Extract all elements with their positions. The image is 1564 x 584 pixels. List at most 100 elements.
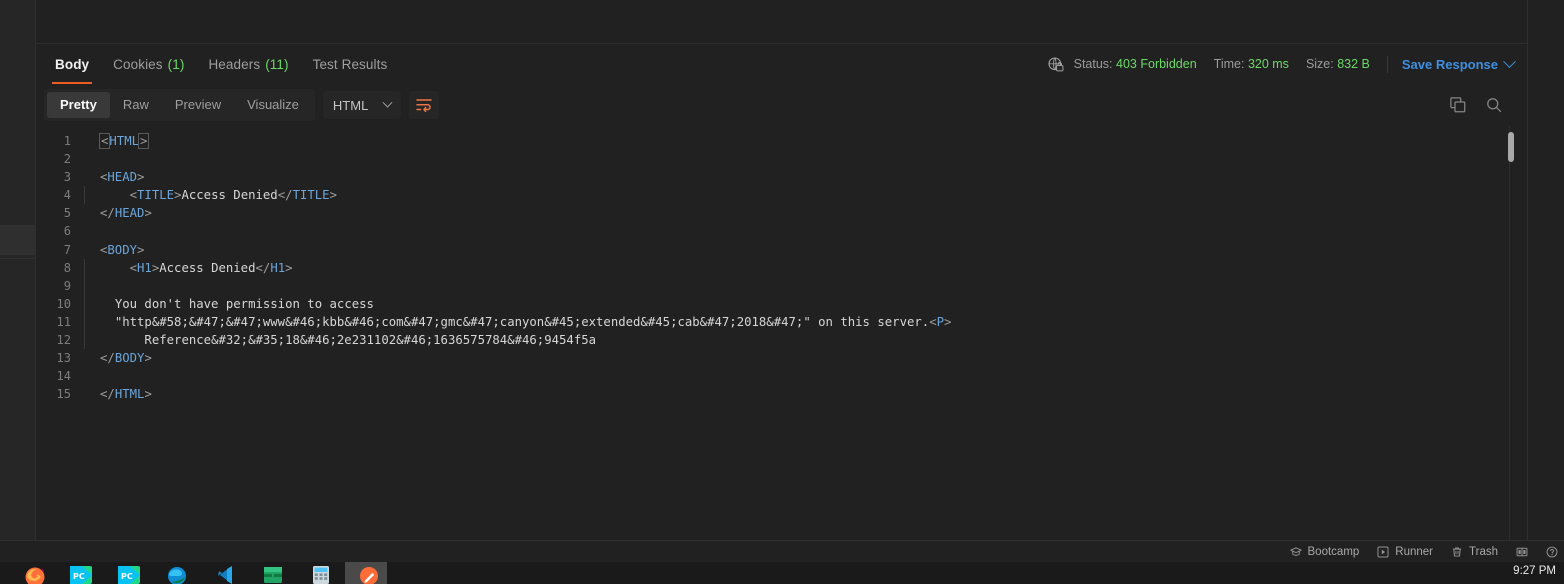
help-circle-icon (1546, 546, 1558, 557)
response-body-editor[interactable]: 1 <HTML> 2 3 <HEAD> 4 <TITLE>Access Denied</T… (36, 126, 1528, 542)
runner-button[interactable]: Runner (1377, 546, 1433, 558)
size-label: Size: (1305, 57, 1334, 71)
view-mode-raw[interactable]: Raw (110, 92, 162, 118)
layout-toggle-button[interactable] (1516, 546, 1528, 558)
indent-guide (84, 150, 85, 168)
code-lines: 1 <HTML> 2 3 <HEAD> 4 <TITLE>Access Denied</T… (36, 126, 1528, 403)
code-line: 13 </BODY> (36, 349, 1528, 367)
time-text: Time: 320 ms (1214, 57, 1289, 71)
line-number: 2 (63, 152, 71, 167)
language-select[interactable]: HTML (322, 91, 401, 119)
code-text: <BODY> (100, 242, 145, 257)
code-line: 15 </HTML> (36, 385, 1528, 403)
code-line: 9 (36, 276, 1528, 295)
response-meta: Status: 403 Forbidden Time: 320 ms Size:… (1047, 44, 1516, 84)
scrollbar-track (1509, 126, 1510, 542)
view-mode-pretty[interactable]: Pretty (47, 92, 110, 118)
code-line: 3 <HEAD> (36, 168, 1528, 186)
wrap-lines-button[interactable] (408, 91, 439, 119)
line-number: 1 (63, 134, 71, 148)
tab-headers-count: (11) (265, 56, 289, 72)
firefox-icon (25, 567, 45, 584)
code-text: <HTML> (98, 133, 150, 149)
code-line: 11 "http&#58;&#47;&#47;www&#46;kbb&#46;c… (36, 312, 1528, 332)
bootcamp-label: Bootcamp (1307, 545, 1360, 558)
sidebar-highlighted-row[interactable] (0, 225, 36, 255)
code-line: 14 (36, 367, 1528, 385)
dock-item-excel[interactable] (258, 562, 292, 584)
response-panel: Body Cookies (1) Headers (11) Test Resul… (36, 0, 1528, 542)
trash-button[interactable]: Trash (1451, 546, 1498, 558)
save-response-label: Save Response (1401, 56, 1498, 72)
tab-cookies[interactable]: Cookies (1) (102, 44, 195, 84)
line-number: 13 (56, 351, 71, 366)
view-mode-preview[interactable]: Preview (162, 92, 234, 118)
play-box-icon (1377, 545, 1389, 558)
meta-divider (1386, 55, 1388, 73)
excel-icon (264, 567, 282, 583)
line-number: 12 (56, 333, 71, 348)
wrap-lines-icon (416, 99, 432, 112)
line-number: 15 (56, 387, 71, 402)
code-text: <HEAD> (100, 170, 145, 185)
sidebar-divider (0, 258, 36, 259)
request-area-gap (36, 0, 1528, 44)
code-line: 1 <HTML> (36, 132, 1528, 150)
tab-headers-label: Headers (208, 56, 261, 72)
code-line: 8 <H1>Access Denied</H1> (36, 258, 1528, 277)
two-pane-layout-icon (1516, 547, 1528, 556)
help-button[interactable] (1546, 546, 1558, 558)
left-sidebar-rail[interactable] (0, 0, 36, 540)
search-icon[interactable] (1486, 97, 1502, 113)
line-number: 7 (63, 242, 71, 257)
app-window: Body Cookies (1) Headers (11) Test Resul… (0, 0, 1564, 584)
trash-icon (1452, 546, 1462, 557)
dock-item-calculator[interactable] (306, 562, 340, 584)
tab-body[interactable]: Body (44, 44, 100, 84)
line-number: 3 (63, 170, 71, 185)
runner-label: Runner (1395, 545, 1434, 558)
system-dock: PC PC 9:27 PM (0, 562, 1564, 584)
dock-item-edge[interactable] (162, 562, 196, 584)
editor-vertical-scrollbar[interactable] (1508, 126, 1514, 542)
line-number: 4 (63, 188, 71, 203)
code-line: 12 Reference&#32;&#35;18&#46;2e231102&#4… (36, 331, 1528, 350)
code-line: 7 <BODY> (36, 241, 1528, 259)
calculator-icon (313, 566, 329, 584)
line-number: 6 (63, 224, 71, 239)
postman-icon (360, 567, 378, 584)
time-value: 320 ms (1247, 57, 1289, 71)
code-text: You don't have permission to access (114, 296, 374, 311)
size-value: 832 B (1337, 57, 1370, 71)
dock-item-postman[interactable] (354, 562, 388, 584)
code-text: "http&#58;&#47;&#47;www&#46;kbb&#46;com&… (114, 314, 952, 329)
scrollbar-thumb[interactable] (1508, 132, 1514, 162)
copy-icon[interactable] (1450, 97, 1466, 113)
code-text: </HTML> (100, 387, 152, 402)
code-text: </HEAD> (100, 206, 152, 221)
save-response-button[interactable]: Save Response (1401, 54, 1516, 72)
response-tabs: Body Cookies (1) Headers (11) Test Resul… (36, 44, 1528, 84)
editor-actions (1450, 84, 1502, 126)
vscode-icon (218, 566, 232, 584)
tab-headers[interactable]: Headers (11) (197, 44, 299, 84)
time-label: Time: (1213, 57, 1245, 71)
bootcamp-button[interactable]: Bootcamp (1289, 545, 1360, 558)
dock-item-pycharm-pro[interactable]: PC (114, 562, 148, 584)
dock-item-vscode[interactable] (210, 562, 244, 584)
code-line: 10 You don't have permission to access (36, 294, 1528, 313)
line-number: 11 (56, 314, 71, 329)
response-toolbar: Pretty Raw Preview Visualize HTML (36, 84, 1528, 126)
status-text: Status: 403 Forbidden (1074, 57, 1197, 71)
dock-item-firefox[interactable] (18, 562, 52, 584)
tab-test-results[interactable]: Test Results (302, 44, 399, 84)
line-number: 10 (56, 296, 71, 311)
dock-item-pycharm[interactable]: PC (66, 562, 100, 584)
svg-text:PC: PC (121, 572, 133, 581)
view-mode-visualize[interactable]: Visualize (234, 92, 312, 118)
status-value: 403 Forbidden (1116, 57, 1197, 71)
tab-test-results-label: Test Results (312, 56, 388, 72)
status-label: Status: (1073, 57, 1113, 71)
code-text: <TITLE>Access Denied</TITLE> (129, 188, 337, 203)
tab-body-label: Body (55, 56, 90, 72)
